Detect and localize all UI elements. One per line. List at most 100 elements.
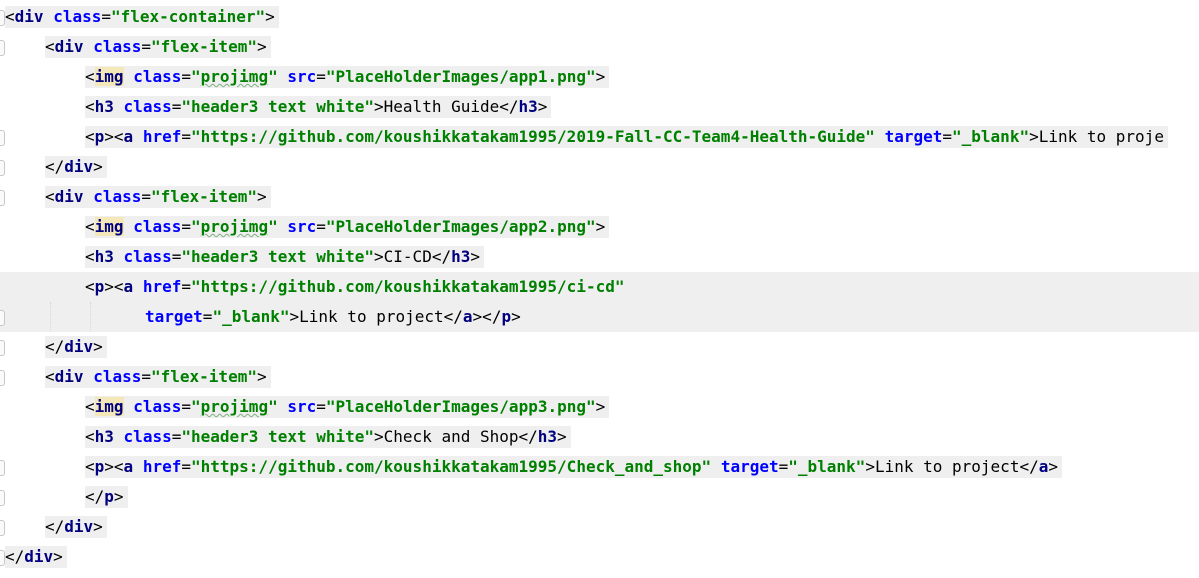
fold-marker-icon[interactable]: [0, 490, 5, 506]
code-line[interactable]: </p>: [85, 486, 128, 508]
punctuation: >: [256, 187, 267, 206]
punctuation: >: [256, 367, 267, 386]
fold-marker-icon[interactable]: [0, 370, 5, 386]
code-line[interactable]: <p><a href="https://github.com/koushikka…: [85, 456, 1062, 478]
attribute-value: "flex-item": [151, 37, 257, 56]
tag-name: p: [94, 127, 105, 146]
punctuation: =: [181, 397, 191, 416]
punctuation: </: [45, 337, 65, 356]
attribute-value: projimg: [200, 397, 269, 416]
indent-guide: [90, 302, 91, 332]
tag-name: p: [94, 277, 105, 296]
code-line[interactable]: target="_blank">Link to project</a></p>: [145, 306, 525, 328]
punctuation: >: [557, 427, 567, 446]
punctuation: >: [1048, 457, 1058, 476]
punctuation: </: [85, 487, 105, 506]
code-line[interactable]: <p><a href="https://github.com/koushikka…: [85, 126, 1168, 148]
tag-name: img: [94, 397, 124, 416]
tag-name: p: [94, 457, 105, 476]
fold-marker-icon[interactable]: [0, 40, 5, 56]
attribute-name: class: [123, 247, 172, 266]
punctuation: ><: [104, 127, 124, 146]
tag-name: h3: [94, 247, 114, 266]
tag-name: img: [94, 67, 124, 86]
text-content: Health Guide: [383, 97, 500, 116]
fold-marker-icon[interactable]: [0, 520, 5, 536]
punctuation: >: [374, 97, 384, 116]
text-content: [124, 217, 134, 236]
text-content: CI-CD: [383, 247, 432, 266]
attribute-name: class: [123, 427, 172, 446]
attribute-value: "https://github.com/koushikkatakam1995/c…: [191, 277, 625, 296]
punctuation: <: [85, 67, 95, 86]
attribute-value: ": [268, 397, 278, 416]
attribute-name: href: [142, 457, 182, 476]
attribute-value: "_blank": [788, 457, 866, 476]
punctuation: <: [85, 427, 95, 446]
fold-marker-icon[interactable]: [0, 310, 5, 326]
punctuation: <: [5, 7, 15, 26]
tag-name: p: [104, 487, 114, 506]
text-content: [278, 67, 288, 86]
code-line[interactable]: <h3 class="header3 text white">Check and…: [85, 426, 571, 448]
text-content: Link to project: [299, 307, 444, 326]
attribute-value: "https://github.com/koushikkatakam1995/C…: [191, 457, 712, 476]
attribute-name: src: [287, 397, 317, 416]
attribute-name: class: [53, 7, 102, 26]
punctuation: =: [141, 187, 151, 206]
tag-name: a: [1038, 457, 1049, 476]
code-line[interactable]: <div class="flex-item">: [45, 36, 271, 58]
code-line[interactable]: <div class="flex-item">: [45, 366, 271, 388]
code-line[interactable]: </div>: [45, 516, 107, 538]
punctuation: <: [85, 127, 95, 146]
attribute-name: src: [287, 67, 317, 86]
attribute-value: "header3 text white": [181, 427, 375, 446]
code-line[interactable]: <div class="flex-container">: [5, 6, 279, 28]
punctuation: </: [5, 547, 25, 566]
code-line[interactable]: <p><a href="https://github.com/koushikka…: [85, 276, 629, 298]
punctuation: </: [1019, 457, 1039, 476]
text-content: [114, 427, 124, 446]
fold-marker-icon[interactable]: [0, 190, 5, 206]
attribute-value: ": [191, 397, 201, 416]
punctuation: <: [45, 37, 55, 56]
code-line[interactable]: <img class="projimg" src="PlaceHolderIma…: [85, 396, 610, 418]
code-line[interactable]: </div>: [45, 156, 107, 178]
tag-name: div: [24, 547, 54, 566]
code-line[interactable]: <h3 class="header3 text white">Health Gu…: [85, 96, 552, 118]
attribute-name: href: [142, 127, 182, 146]
attribute-value: projimg: [200, 67, 269, 86]
punctuation: >: [1029, 127, 1039, 146]
text-content: [875, 127, 885, 146]
attribute-value: "header3 text white": [181, 97, 375, 116]
punctuation: >: [374, 427, 384, 446]
tag-name: a: [123, 457, 134, 476]
code-line[interactable]: <img class="projimg" src="PlaceHolderIma…: [85, 216, 610, 238]
code-line[interactable]: <h3 class="header3 text white">CI-CD</h3…: [85, 246, 484, 268]
fold-marker-icon[interactable]: [0, 460, 5, 476]
tag-name: div: [54, 367, 84, 386]
fold-marker-icon[interactable]: [0, 160, 5, 176]
code-editor[interactable]: <div class="flex-container"> <div class="…: [0, 0, 1199, 578]
attribute-value: projimg: [200, 217, 269, 236]
code-line[interactable]: <img class="projimg" src="PlaceHolderIma…: [85, 66, 610, 88]
punctuation: >: [53, 547, 63, 566]
tag-name: div: [54, 37, 84, 56]
punctuation: =: [181, 127, 191, 146]
text-content: Check and Shop: [383, 427, 519, 446]
fold-marker-icon[interactable]: [0, 340, 5, 356]
tag-name: h3: [94, 427, 114, 446]
code-line[interactable]: <div class="flex-item">: [45, 186, 271, 208]
punctuation: >: [113, 487, 124, 506]
code-line[interactable]: </div>: [5, 546, 67, 568]
attribute-name: class: [133, 67, 182, 86]
text-content: Link to project: [874, 457, 1020, 476]
attribute-name: class: [133, 397, 182, 416]
punctuation: >: [595, 217, 606, 236]
text-content: Link to proje: [1038, 127, 1164, 146]
tag-name: h3: [518, 97, 538, 116]
code-line[interactable]: </div>: [45, 336, 107, 358]
fold-marker-icon[interactable]: [0, 130, 5, 146]
attribute-value: ": [191, 67, 201, 86]
punctuation: ><: [104, 457, 124, 476]
